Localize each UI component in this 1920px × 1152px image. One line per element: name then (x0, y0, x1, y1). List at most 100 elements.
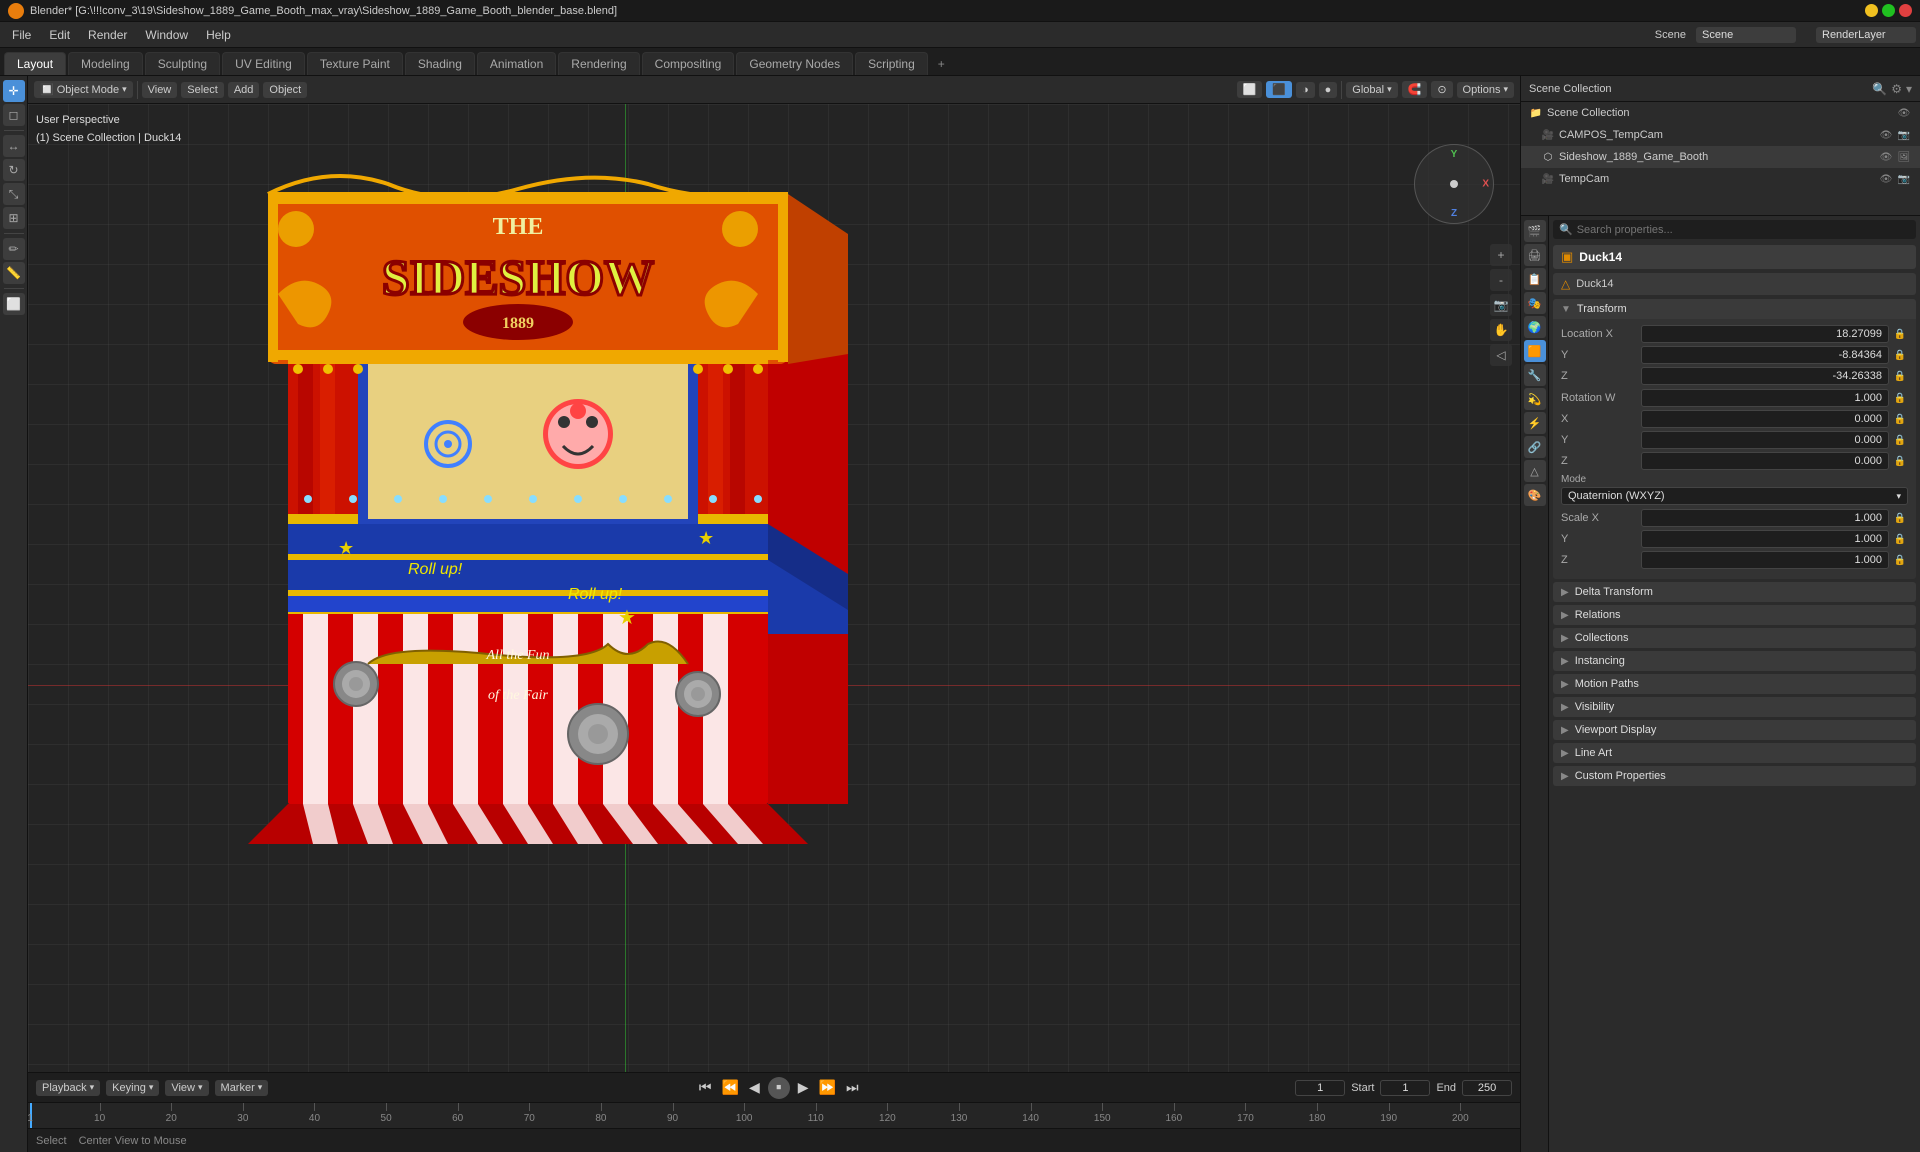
location-z-input[interactable] (1641, 367, 1889, 385)
relations-header[interactable]: ▶ Relations (1553, 605, 1916, 625)
mode-selector[interactable]: 🔲 Object Mode ▾ (34, 81, 133, 98)
keying-menu[interactable]: Keying ▾ (106, 1080, 159, 1096)
props-tab-data[interactable]: △ (1524, 460, 1546, 482)
playback-menu[interactable]: Playback ▾ (36, 1080, 100, 1096)
props-search-input[interactable] (1577, 224, 1910, 236)
viewport-display-header[interactable]: ▶ Viewport Display (1553, 720, 1916, 740)
lock-icon-loc-z[interactable]: 🔒 (1892, 371, 1908, 382)
rotation-mode-dropdown[interactable]: Quaternion (WXYZ) ▾ (1561, 487, 1908, 505)
scale-tool-button[interactable]: ⤡ (3, 183, 25, 205)
proportional-edit[interactable]: ⊙ (1431, 81, 1452, 98)
zoom-out-button[interactable]: - (1490, 269, 1512, 291)
outliner-item-booth[interactable]: ⬡ Sideshow_1889_Game_Booth 👁 🖼 (1521, 146, 1920, 168)
close-button[interactable] (1899, 4, 1912, 17)
outliner-options-icon[interactable]: ▾ (1906, 82, 1912, 96)
tab-shading[interactable]: Shading (405, 52, 475, 75)
props-tab-world[interactable]: 🌍 (1524, 316, 1546, 338)
tab-uv-editing[interactable]: UV Editing (222, 52, 305, 75)
viewport-shading-material[interactable]: ◑ (1296, 82, 1315, 98)
motion-paths-header[interactable]: ▶ Motion Paths (1553, 674, 1916, 694)
lock-icon-rot-w[interactable]: 🔒 (1892, 393, 1908, 404)
lock-icon-rot-y[interactable]: 🔒 (1892, 435, 1908, 446)
scale-z-input[interactable] (1641, 551, 1889, 569)
render-layer-selector[interactable]: RenderLayer (1816, 27, 1916, 43)
tab-scripting[interactable]: Scripting (855, 52, 928, 75)
lock-icon-loc-x[interactable]: 🔒 (1892, 329, 1908, 340)
scale-x-input[interactable] (1641, 509, 1889, 527)
instancing-header[interactable]: ▶ Instancing (1553, 651, 1916, 671)
rotate-tool-button[interactable]: ↻ (3, 159, 25, 181)
props-tab-view-layer[interactable]: 📋 (1524, 268, 1546, 290)
transform-section-header[interactable]: ▼ Transform (1553, 299, 1916, 319)
menu-window[interactable]: Window (137, 26, 196, 44)
navigation-gizmo[interactable]: X Y Z (1414, 144, 1504, 234)
tab-animation[interactable]: Animation (477, 52, 556, 75)
add-cube-button[interactable]: ⬜ (3, 293, 25, 315)
rotation-y-input[interactable] (1641, 431, 1889, 449)
menu-file[interactable]: File (4, 26, 39, 44)
lock-icon-scale-z[interactable]: 🔒 (1892, 555, 1908, 566)
measure-tool-button[interactable]: 📏 (3, 262, 25, 284)
tab-layout[interactable]: Layout (4, 52, 66, 75)
outliner-filter-icon[interactable]: ⚙ (1891, 82, 1902, 96)
tab-rendering[interactable]: Rendering (558, 52, 639, 75)
outliner-item-campos[interactable]: 🎥 CAMPOS_TempCam 👁 📷 (1521, 124, 1920, 146)
menu-render[interactable]: Render (80, 26, 135, 44)
lock-icon-scale-x[interactable]: 🔒 (1892, 513, 1908, 524)
location-x-input[interactable] (1641, 325, 1889, 343)
props-tab-particles[interactable]: 💫 (1524, 388, 1546, 410)
outliner-scene-collection[interactable]: 📁 Scene Collection 👁 (1521, 102, 1920, 124)
marker-menu[interactable]: Marker ▾ (215, 1080, 269, 1096)
transform-tool-button[interactable]: ⊞ (3, 207, 25, 229)
props-tab-modifier[interactable]: 🔧 (1524, 364, 1546, 386)
line-art-header[interactable]: ▶ Line Art (1553, 743, 1916, 763)
cam-icon-tempcam[interactable]: 📷 (1896, 171, 1912, 187)
menu-help[interactable]: Help (198, 26, 239, 44)
play-button[interactable]: ▶ (796, 1077, 811, 1098)
add-menu[interactable]: Add (228, 82, 260, 98)
eye-icon-campos[interactable]: 👁 (1878, 127, 1894, 143)
rotation-z-input[interactable] (1641, 452, 1889, 470)
props-tab-output[interactable]: 🖨 (1524, 244, 1546, 266)
location-y-input[interactable] (1641, 346, 1889, 364)
step-back-button[interactable]: ⏪ (720, 1077, 741, 1098)
zoom-in-button[interactable]: + (1490, 244, 1512, 266)
select-tool-button[interactable]: ◻ (3, 104, 25, 126)
view-menu[interactable]: View (142, 82, 178, 98)
options-button[interactable]: Options ▾ (1457, 82, 1514, 98)
end-frame-input[interactable] (1462, 1080, 1512, 1096)
scale-y-input[interactable] (1641, 530, 1889, 548)
outliner-item-tempcam[interactable]: 🎥 TempCam 👁 📷 (1521, 168, 1920, 190)
3d-viewport[interactable]: User Perspective (1) Scene Collection | … (28, 104, 1520, 1072)
props-tab-render[interactable]: 🎬 (1524, 220, 1546, 242)
props-tab-material[interactable]: 🎨 (1524, 484, 1546, 506)
select-menu[interactable]: Select (181, 82, 224, 98)
rotation-w-input[interactable] (1641, 389, 1889, 407)
eye-icon-booth[interactable]: 👁 (1878, 149, 1894, 165)
minimize-button[interactable] (1865, 4, 1878, 17)
custom-properties-header[interactable]: ▶ Custom Properties (1553, 766, 1916, 786)
menu-edit[interactable]: Edit (41, 26, 78, 44)
props-tab-constraints[interactable]: 🔗 (1524, 436, 1546, 458)
rotation-x-input[interactable] (1641, 410, 1889, 428)
eye-icon[interactable]: 👁 (1896, 105, 1912, 121)
tab-compositing[interactable]: Compositing (642, 52, 735, 75)
render-icon-booth[interactable]: 🖼 (1896, 149, 1912, 165)
stop-button[interactable]: ⏹ (768, 1077, 790, 1099)
cursor-tool-button[interactable]: ✛ (3, 80, 25, 102)
lock-icon-rot-x[interactable]: 🔒 (1892, 414, 1908, 425)
lock-icon-scale-y[interactable]: 🔒 (1892, 534, 1908, 545)
add-workspace-button[interactable]: + (930, 53, 953, 75)
move-tool-button[interactable]: ↔ (3, 135, 25, 157)
props-tab-scene[interactable]: 🎭 (1524, 292, 1546, 314)
timeline-ruler[interactable]: 1 10 20 30 40 50 60 70 80 (28, 1102, 1520, 1128)
props-tab-physics[interactable]: ⚡ (1524, 412, 1546, 434)
viewport-shading-render[interactable]: ● (1319, 82, 1338, 98)
tab-sculpting[interactable]: Sculpting (145, 52, 220, 75)
maximize-button[interactable] (1882, 4, 1895, 17)
scene-selector[interactable]: Scene (1696, 27, 1796, 43)
viewport-shading-solid[interactable]: ⬛ (1266, 81, 1292, 98)
viewport-shading-wire[interactable]: ⬜ (1237, 81, 1263, 98)
snapping-button[interactable]: 🧲 (1402, 81, 1428, 98)
tab-geometry-nodes[interactable]: Geometry Nodes (736, 52, 853, 75)
